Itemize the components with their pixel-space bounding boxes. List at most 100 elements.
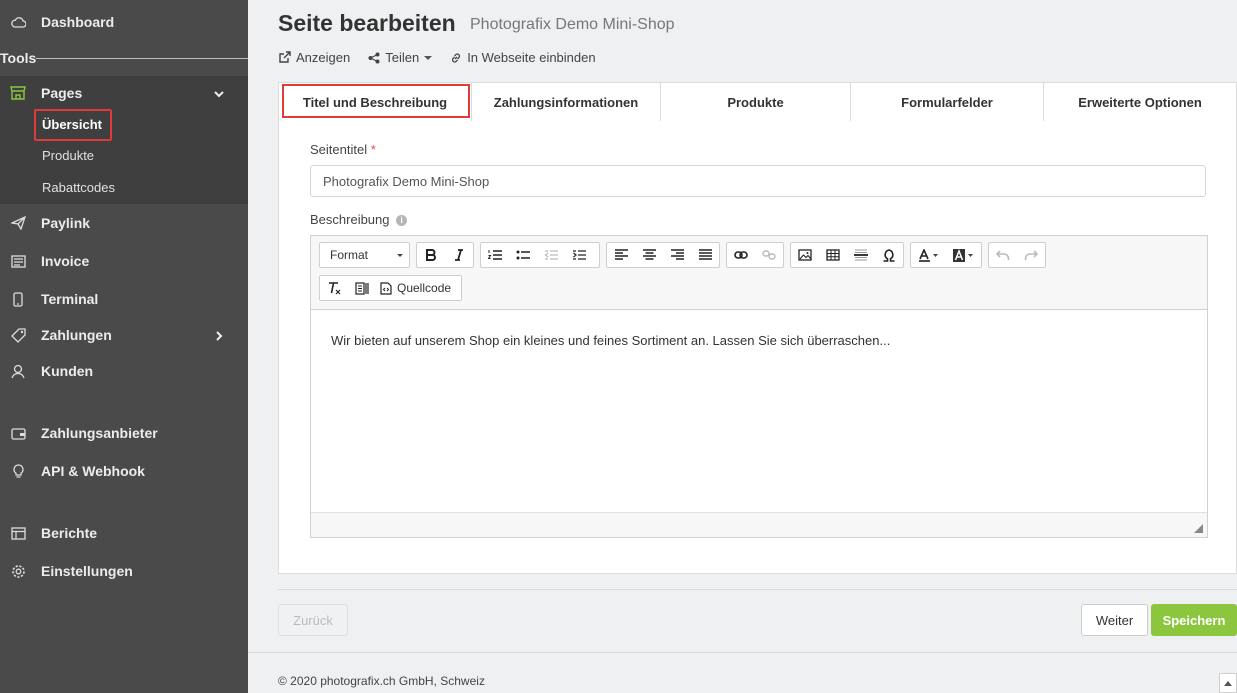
title-label-text: Seitentitel [310,142,368,157]
justify-button[interactable] [691,243,719,267]
undo-button[interactable] [989,243,1017,267]
sidebar-item-label: Kunden [41,363,94,379]
sidebar-item-terminal[interactable]: Terminal [0,290,248,308]
remove-format-button[interactable] [320,276,348,300]
outdent-button[interactable] [537,243,565,267]
special-char-button[interactable] [875,243,903,267]
editor-statusbar [311,512,1207,537]
next-button[interactable]: Weiter [1081,604,1148,636]
sidebar-item-einstellungen[interactable]: Einstellungen [0,562,248,580]
link-icon [734,251,748,259]
sidebar-subitem-rabattcodes[interactable]: Rabattcodes [42,180,115,195]
tab-erweiterte-optionen[interactable]: Erweiterte Optionen [1044,83,1236,121]
align-right-icon [670,249,684,260]
info-icon[interactable]: i [396,215,408,227]
footer-copyright: © 2020 photografix.ch GmbH, Schweiz [278,674,485,688]
misc-group: Quellcode [319,275,462,301]
sidebar-item-dashboard[interactable]: Dashboard [0,13,248,31]
edit-panel: Titel und Beschreibung Zahlungsinformati… [278,82,1237,574]
sidebar-item-berichte[interactable]: Berichte [0,524,248,542]
caret-down-icon [424,55,433,60]
caret-down-icon [397,254,403,257]
paper-plane-icon [10,215,26,231]
horizontal-rule-icon [854,249,868,261]
title-label: Seitentitel * [310,142,376,157]
sidebar-item-zahlungsanbieter[interactable]: Zahlungsanbieter [0,424,248,442]
scroll-top-button[interactable] [1219,673,1237,693]
align-center-icon [642,249,656,260]
sidebar-item-label: Invoice [41,253,90,269]
embed-label: In Webseite einbinden [467,50,596,65]
tab-zahlungsinformationen[interactable]: Zahlungsinformationen [472,83,661,121]
editor-toolbar: Format Quellcode [311,236,1207,310]
phone-icon [10,291,26,307]
tools-divider [36,58,248,59]
tab-produkte[interactable]: Produkte [661,83,851,121]
history-group [988,242,1046,268]
redo-button[interactable] [1017,243,1045,267]
indent-button[interactable] [565,243,593,267]
list-group [480,242,600,268]
sidebar-item-label: Dashboard [41,14,115,30]
align-center-button[interactable] [635,243,663,267]
horizontal-rule-button[interactable] [847,243,875,267]
color-group [910,242,982,268]
insert-table-button[interactable] [819,243,847,267]
table-icon [826,249,840,261]
align-right-button[interactable] [663,243,691,267]
tools-section-label: Tools [0,50,37,66]
text-color-icon [918,248,938,262]
sidebar-item-label: Paylink [41,215,91,231]
sidebar-item-invoice[interactable]: Invoice [0,252,248,270]
page-title: Seite bearbeiten [278,10,456,36]
sidebar-item-paylink[interactable]: Paylink [0,214,248,232]
external-link-icon [279,51,291,63]
text-color-button[interactable] [911,243,946,267]
align-left-button[interactable] [607,243,635,267]
sidebar-item-zahlungen[interactable]: Zahlungen [0,326,248,344]
outdent-icon [544,250,558,260]
source-code-label: Quellcode [397,281,452,295]
sidebar-item-label: Zahlungen [41,327,112,343]
insert-image-button[interactable] [791,243,819,267]
title-input[interactable] [310,165,1206,197]
description-label-text: Beschreibung [310,212,390,227]
preview-button[interactable] [348,276,376,300]
resize-handle-icon[interactable] [1194,524,1203,533]
embed-link[interactable]: In Webseite einbinden [450,50,596,65]
back-button[interactable]: Zurück [278,604,348,636]
tab-formularfelder[interactable]: Formularfelder [851,83,1044,121]
unlink-icon [762,250,776,260]
sidebar-item-label: Einstellungen [41,563,133,579]
editor-content[interactable]: Wir bieten auf unserem Shop ein kleines … [311,311,1207,511]
unlink-button[interactable] [755,243,783,267]
background-color-button[interactable] [946,243,981,267]
sidebar-item-pages[interactable]: Pages [0,84,248,102]
bold-icon [426,249,436,261]
redo-icon [1024,249,1038,260]
report-icon [10,525,26,541]
bullet-list-button[interactable] [509,243,537,267]
gear-icon [10,563,26,579]
sidebar-item-label: Berichte [41,525,98,541]
italic-button[interactable] [445,243,473,267]
sidebar-subitem-produkte[interactable]: Produkte [42,148,94,163]
share-dropdown[interactable]: Teilen [368,50,433,65]
view-link[interactable]: Anzeigen [278,50,350,65]
user-icon [10,363,26,379]
format-label: Format [330,248,369,262]
save-button[interactable]: Speichern [1151,604,1237,636]
numbered-list-button[interactable] [481,243,509,267]
bullet-list-icon [516,250,530,260]
indent-icon [573,250,586,260]
store-icon [10,85,26,101]
source-code-button[interactable]: Quellcode [376,276,456,300]
format-dropdown[interactable]: Format [319,242,410,268]
insert-link-button[interactable] [727,243,755,267]
share-label: Teilen [385,50,420,65]
sidebar: Dashboard Tools Pages Übersicht Produkte… [0,0,248,693]
bold-button[interactable] [417,243,445,267]
sidebar-item-kunden[interactable]: Kunden [0,362,248,380]
sidebar-item-api[interactable]: API & Webhook [0,462,248,480]
sidebar-item-label: API & Webhook [41,463,145,479]
